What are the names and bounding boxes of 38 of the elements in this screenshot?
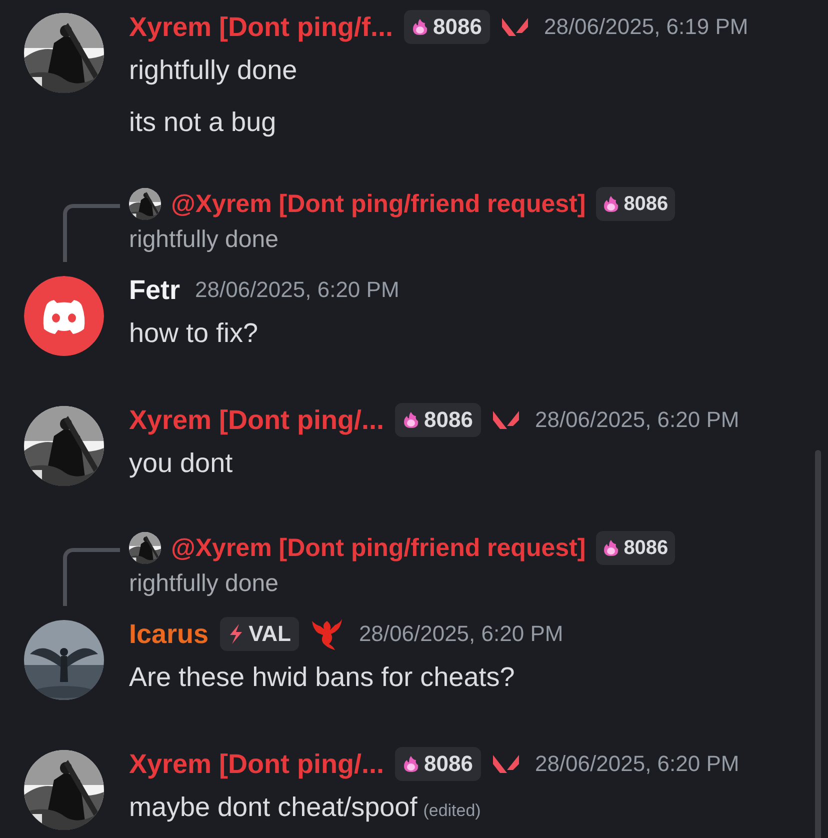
clan-tag[interactable]: 8086: [596, 187, 676, 221]
clan-tag[interactable]: 8086: [395, 403, 481, 437]
author-name[interactable]: Fetr: [129, 274, 180, 306]
message-text: how to fix?: [129, 317, 258, 350]
author-name[interactable]: Xyrem [Dont ping/...: [129, 748, 384, 780]
message-text: maybe dont cheat/spoof: [129, 791, 418, 824]
tag-text: 8086: [624, 536, 668, 560]
tag-text: 8086: [433, 14, 482, 40]
message-text: Are these hwid bans for cheats?: [129, 661, 515, 694]
clan-tag[interactable]: 8086: [395, 747, 481, 781]
author-name[interactable]: Icarus: [129, 618, 209, 650]
timestamp: 28/06/2025, 6:20 PM: [358, 621, 564, 647]
timestamp: 28/06/2025, 6:20 PM: [534, 751, 740, 777]
edited-label: (edited): [423, 800, 481, 822]
tag-text: VAL: [248, 621, 291, 647]
message-text: rightfully done: [129, 54, 298, 87]
avatar-icon: [24, 276, 104, 356]
message-text: you dont: [129, 447, 233, 480]
message-text: its not a bug: [129, 106, 276, 139]
reply-text[interactable]: rightfully done: [129, 566, 828, 602]
clan-tag[interactable]: 8086: [404, 10, 490, 44]
dragon-icon: [310, 617, 344, 651]
tag-text: 8086: [624, 192, 668, 216]
reply-connector: [63, 548, 120, 606]
author-name[interactable]: Xyrem [Dont ping/f...: [129, 12, 394, 42]
timestamp: 28/06/2025, 6:20 PM: [195, 277, 400, 303]
server-tag[interactable]: VAL: [220, 617, 299, 651]
tag-text: 8086: [424, 407, 473, 433]
reply-connector: [63, 204, 120, 262]
reply-author[interactable]: @Xyrem [Dont ping/friend request]: [171, 190, 586, 218]
reply-author[interactable]: @Xyrem [Dont ping/friend request]: [171, 534, 586, 562]
reply-text[interactable]: rightfully done: [129, 222, 828, 258]
author-name[interactable]: Xyrem [Dont ping/...: [129, 404, 384, 436]
clan-tag[interactable]: 8086: [596, 531, 676, 565]
timestamp: 28/06/2025, 6:19 PM: [544, 14, 748, 40]
scrollbar[interactable]: [815, 450, 821, 838]
tag-text: 8086: [424, 751, 473, 777]
timestamp: 28/06/2025, 6:20 PM: [534, 407, 740, 433]
